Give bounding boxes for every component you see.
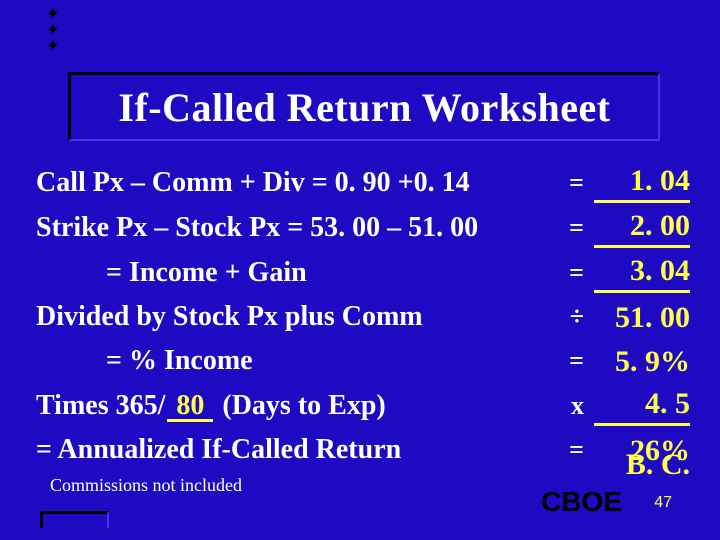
bullet-icon — [49, 9, 57, 17]
row-value: 1. 04 — [594, 162, 690, 203]
footnote: Commissions not included — [50, 475, 242, 496]
row-symbol: ÷ — [544, 297, 590, 337]
row-value: 5. 9% — [594, 343, 690, 381]
worksheet-body: Call Px – Comm + Div = 0. 90 +0. 14=1. 0… — [36, 162, 690, 474]
page-title: If-Called Return Worksheet — [118, 84, 610, 131]
bc-label: B. C. — [626, 448, 690, 482]
worksheet-row: Times 365/80 (Days to Exp)x4. 5 — [36, 385, 690, 426]
row-value: 2. 00 — [594, 207, 690, 248]
worksheet-row: = % Income=5. 9% — [36, 341, 690, 381]
title-box: If-Called Return Worksheet — [68, 72, 660, 141]
row-label: Divided by Stock Px plus Comm — [36, 297, 544, 337]
days-blank: 80 — [167, 393, 213, 422]
row-symbol: = — [544, 430, 590, 470]
row-value: 4. 5 — [594, 385, 690, 426]
row-value: 51. 00 — [594, 299, 690, 337]
worksheet-row: Divided by Stock Px plus Comm÷51. 00 — [36, 297, 690, 337]
edge-bullets — [50, 10, 56, 48]
brand-label: CBOE — [541, 486, 622, 518]
row-label: = Income + Gain — [36, 253, 544, 293]
corner-decor — [40, 511, 109, 528]
row-label: Call Px – Comm + Div = 0. 90 +0. 14 — [36, 163, 544, 203]
worksheet-row: Strike Px – Stock Px = 53. 00 – 51. 00=2… — [36, 207, 690, 248]
row-label: = % Income — [36, 341, 544, 381]
row-label: Times 365/80 (Days to Exp) — [36, 386, 544, 426]
worksheet-row: = Annualized If-Called Return=26% — [36, 430, 690, 470]
row-symbol: x — [544, 386, 590, 426]
row-label: = Annualized If-Called Return — [36, 430, 544, 470]
slide: If-Called Return Worksheet Call Px – Com… — [0, 0, 720, 540]
worksheet-row: = Income + Gain=3. 04 — [36, 252, 690, 293]
row-label-pre: Times 365/ — [36, 390, 165, 421]
row-symbol: = — [544, 253, 590, 293]
bullet-icon — [49, 41, 57, 49]
row-label-post: (Days to Exp) — [215, 390, 385, 421]
page-number: 47 — [654, 494, 672, 512]
row-label: Strike Px – Stock Px = 53. 00 – 51. 00 — [36, 208, 544, 248]
bullet-icon — [49, 25, 57, 33]
row-symbol: = — [544, 163, 590, 203]
worksheet-row: Call Px – Comm + Div = 0. 90 +0. 14=1. 0… — [36, 162, 690, 203]
row-value: 3. 04 — [594, 252, 690, 293]
row-symbol: = — [544, 341, 590, 381]
row-symbol: = — [544, 208, 590, 248]
